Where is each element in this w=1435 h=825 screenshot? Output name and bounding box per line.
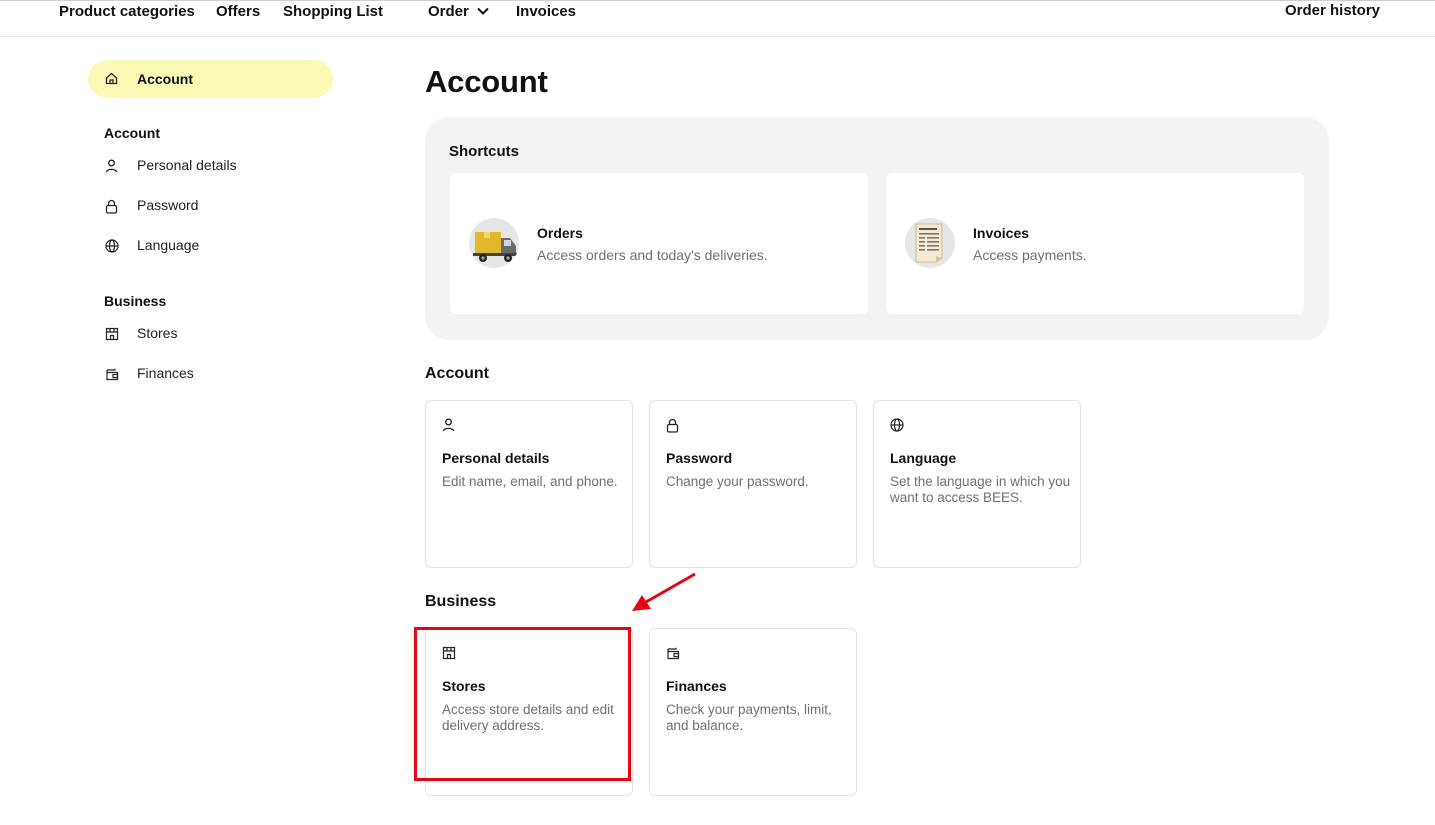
card-description: Check your payments, limit, and balance.	[666, 702, 832, 733]
sidebar-section-business: Business	[104, 293, 167, 309]
top-navigation: Product categories Offers Shopping List …	[0, 0, 1435, 37]
page-title: Account	[425, 64, 548, 99]
sidebar-item-account[interactable]: Account	[88, 60, 333, 98]
lock-icon	[105, 199, 118, 214]
card-description: Edit name, email, and phone.	[442, 474, 618, 489]
sidebar-item-label: Personal details	[137, 157, 237, 173]
sidebar-item-label: Account	[137, 71, 193, 87]
home-icon	[105, 72, 118, 85]
invoice-document-icon	[905, 218, 955, 268]
nav-order-history[interactable]: Order history	[1285, 2, 1380, 19]
sidebar-item-stores[interactable]: Stores	[88, 320, 333, 350]
business-section-title: Business	[425, 593, 497, 610]
nav-shopping-list[interactable]: Shopping List	[283, 3, 383, 20]
nav-order-label: Order	[428, 3, 469, 20]
card-title: Finances	[666, 678, 727, 694]
wallet-icon	[667, 647, 680, 660]
language-card[interactable]: Language Set the language in which you w…	[873, 400, 1081, 568]
sidebar-item-personal-details[interactable]: Personal details	[88, 152, 333, 182]
sidebar-item-language[interactable]: Language	[88, 232, 333, 262]
account-section-title: Account	[425, 365, 489, 382]
sidebar-item-label: Stores	[137, 325, 178, 341]
delivery-truck-icon	[469, 218, 519, 268]
globe-icon	[890, 418, 904, 432]
globe-icon	[105, 239, 119, 253]
personal-details-card[interactable]: Personal details Edit name, email, and p…	[425, 400, 633, 568]
shortcuts-panel: Shortcuts Orders Access orders and today…	[425, 117, 1329, 340]
wallet-icon	[106, 368, 119, 381]
shortcuts-title: Shortcuts	[449, 143, 520, 160]
shortcut-title: Invoices	[973, 225, 1030, 241]
sidebar-item-finances[interactable]: Finances	[88, 360, 333, 390]
shortcut-orders-card[interactable]: Orders Access orders and today's deliver…	[450, 173, 868, 314]
nav-order-dropdown[interactable]: Order	[428, 3, 489, 20]
card-description: Set the language in which you want to ac…	[890, 474, 1071, 505]
password-card[interactable]: Password Change your password.	[649, 400, 857, 568]
sidebar-item-password[interactable]: Password	[88, 192, 333, 222]
shortcut-description: Access payments.	[973, 247, 1087, 263]
finances-card[interactable]: Finances Check your payments, limit, and…	[649, 628, 857, 796]
nav-product-categories[interactable]: Product categories	[59, 3, 195, 20]
chevron-down-icon	[477, 7, 489, 15]
store-icon	[105, 327, 119, 341]
arrow-icon	[632, 572, 696, 611]
sidebar-section-account: Account	[104, 125, 160, 141]
person-icon	[442, 418, 455, 432]
card-title: Personal details	[442, 450, 550, 466]
nav-offers[interactable]: Offers	[216, 3, 260, 20]
person-icon	[105, 159, 118, 173]
card-description: Change your password.	[666, 474, 809, 489]
sidebar-item-label: Finances	[137, 365, 194, 381]
sidebar-item-label: Password	[137, 197, 199, 213]
sidebar-item-label: Language	[137, 237, 200, 253]
highlight-box	[414, 627, 631, 781]
nav-invoices[interactable]: Invoices	[516, 3, 576, 20]
shortcut-title: Orders	[537, 225, 583, 241]
shortcut-description: Access orders and today's deliveries.	[537, 247, 768, 263]
lock-icon	[666, 418, 679, 433]
shortcut-invoices-card[interactable]: Invoices Access payments.	[886, 173, 1304, 314]
card-title: Password	[666, 450, 733, 466]
card-title: Language	[890, 450, 957, 466]
